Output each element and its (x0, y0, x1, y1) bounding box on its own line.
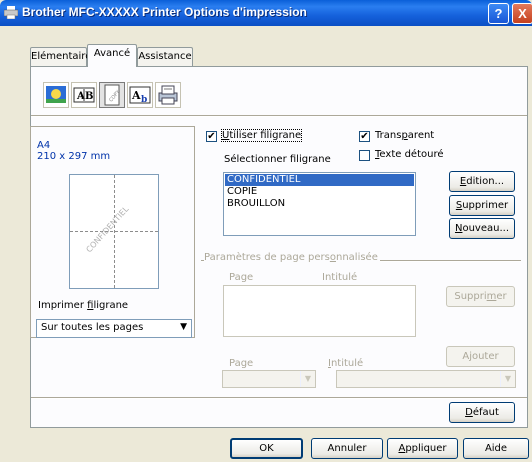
scaling-icon: A B (73, 87, 95, 103)
delete-watermark-button[interactable]: Supprimer (449, 195, 515, 216)
title-field-label: Intitulé (328, 358, 364, 369)
page-preview: CONFIDENTIEL (69, 174, 159, 289)
list-item[interactable]: CONFIDENTIEL (225, 174, 414, 186)
custom-page-list[interactable] (223, 285, 416, 337)
svg-text:A: A (131, 89, 141, 102)
print-watermark-label: Imprimer filigrane (38, 300, 129, 311)
close-button[interactable]: X (512, 3, 532, 24)
transparent-label: Transparent (375, 130, 435, 141)
outline-text-checkbox[interactable] (359, 150, 370, 161)
svg-text:b: b (141, 95, 147, 105)
toolbar-divider (31, 115, 527, 117)
help-title-button[interactable]: ? (488, 3, 509, 24)
title-select[interactable]: ▼ (336, 370, 516, 388)
ok-button[interactable]: OK (230, 438, 303, 459)
tab-avance[interactable]: Avancé (87, 44, 137, 67)
window-title: Brother MFC-XXXXX Printer Options d'impr… (22, 5, 307, 19)
watermark-icon: COPY (104, 84, 122, 106)
page-select[interactable]: ▼ (222, 370, 316, 388)
bottom-divider (31, 397, 527, 399)
header-footer-tool-button[interactable]: A b (127, 82, 153, 108)
chevron-down-icon: ▼ (180, 322, 187, 332)
svg-text:B: B (85, 91, 93, 102)
outline-text-label: Texte détouré (375, 149, 444, 160)
select-watermark-label: Sélectionner filigrane (224, 154, 331, 165)
print-watermark-select[interactable]: Sur toutes les pages ▼ (36, 319, 192, 338)
column-page-header: Page (229, 272, 254, 283)
list-item[interactable]: BROUILLON (227, 198, 285, 210)
use-watermark-label: Utiliser filigrane (220, 129, 303, 142)
colour-icon (46, 86, 66, 103)
watermark-preview-text: CONFIDENTIEL (84, 204, 131, 255)
apply-button[interactable]: Appliquer (387, 438, 458, 459)
tab-elementaire[interactable]: Elémentaire (30, 47, 91, 66)
paper-name: A4 (37, 140, 51, 151)
column-title-header: Intitulé (322, 272, 358, 283)
chevron-down-icon: ▼ (300, 371, 315, 387)
new-watermark-button[interactable]: Nouveau... (449, 218, 515, 239)
transparent-checkbox[interactable]: ✔ (359, 131, 370, 142)
watermark-list[interactable]: CONFIDENTIEL COPIE BROUILLON (223, 172, 416, 236)
add-custom-page-button[interactable]: Ajouter (446, 346, 515, 367)
print-watermark-value: Sur toutes les pages (41, 322, 144, 333)
edit-watermark-button[interactable]: Edition... (449, 171, 515, 192)
list-item[interactable]: COPIE (227, 186, 257, 198)
delete-custom-page-button[interactable]: Supprimer (446, 286, 515, 307)
device-options-icon (158, 85, 178, 105)
chevron-down-icon: ▼ (500, 371, 515, 387)
scaling-tool-button[interactable]: A B (71, 82, 97, 108)
default-button[interactable]: Défaut (449, 402, 515, 423)
use-watermark-checkbox[interactable]: ✔ (206, 131, 217, 142)
device-options-tool-button[interactable] (155, 82, 181, 108)
tab-assistance[interactable]: Assistance (137, 47, 193, 66)
custom-page-group-label: Paramètres de page personnalisée (204, 252, 380, 263)
colour-tool-button[interactable] (43, 82, 69, 108)
cancel-button[interactable]: Annuler (311, 438, 383, 459)
printer-app-icon (4, 6, 18, 19)
watermark-tool-button[interactable]: COPY (99, 82, 125, 108)
header-footer-icon: A b (129, 86, 151, 105)
paper-size: 210 x 297 mm (37, 151, 111, 162)
page-field-label: Page (229, 358, 254, 369)
help-button[interactable]: Aide (463, 438, 529, 459)
